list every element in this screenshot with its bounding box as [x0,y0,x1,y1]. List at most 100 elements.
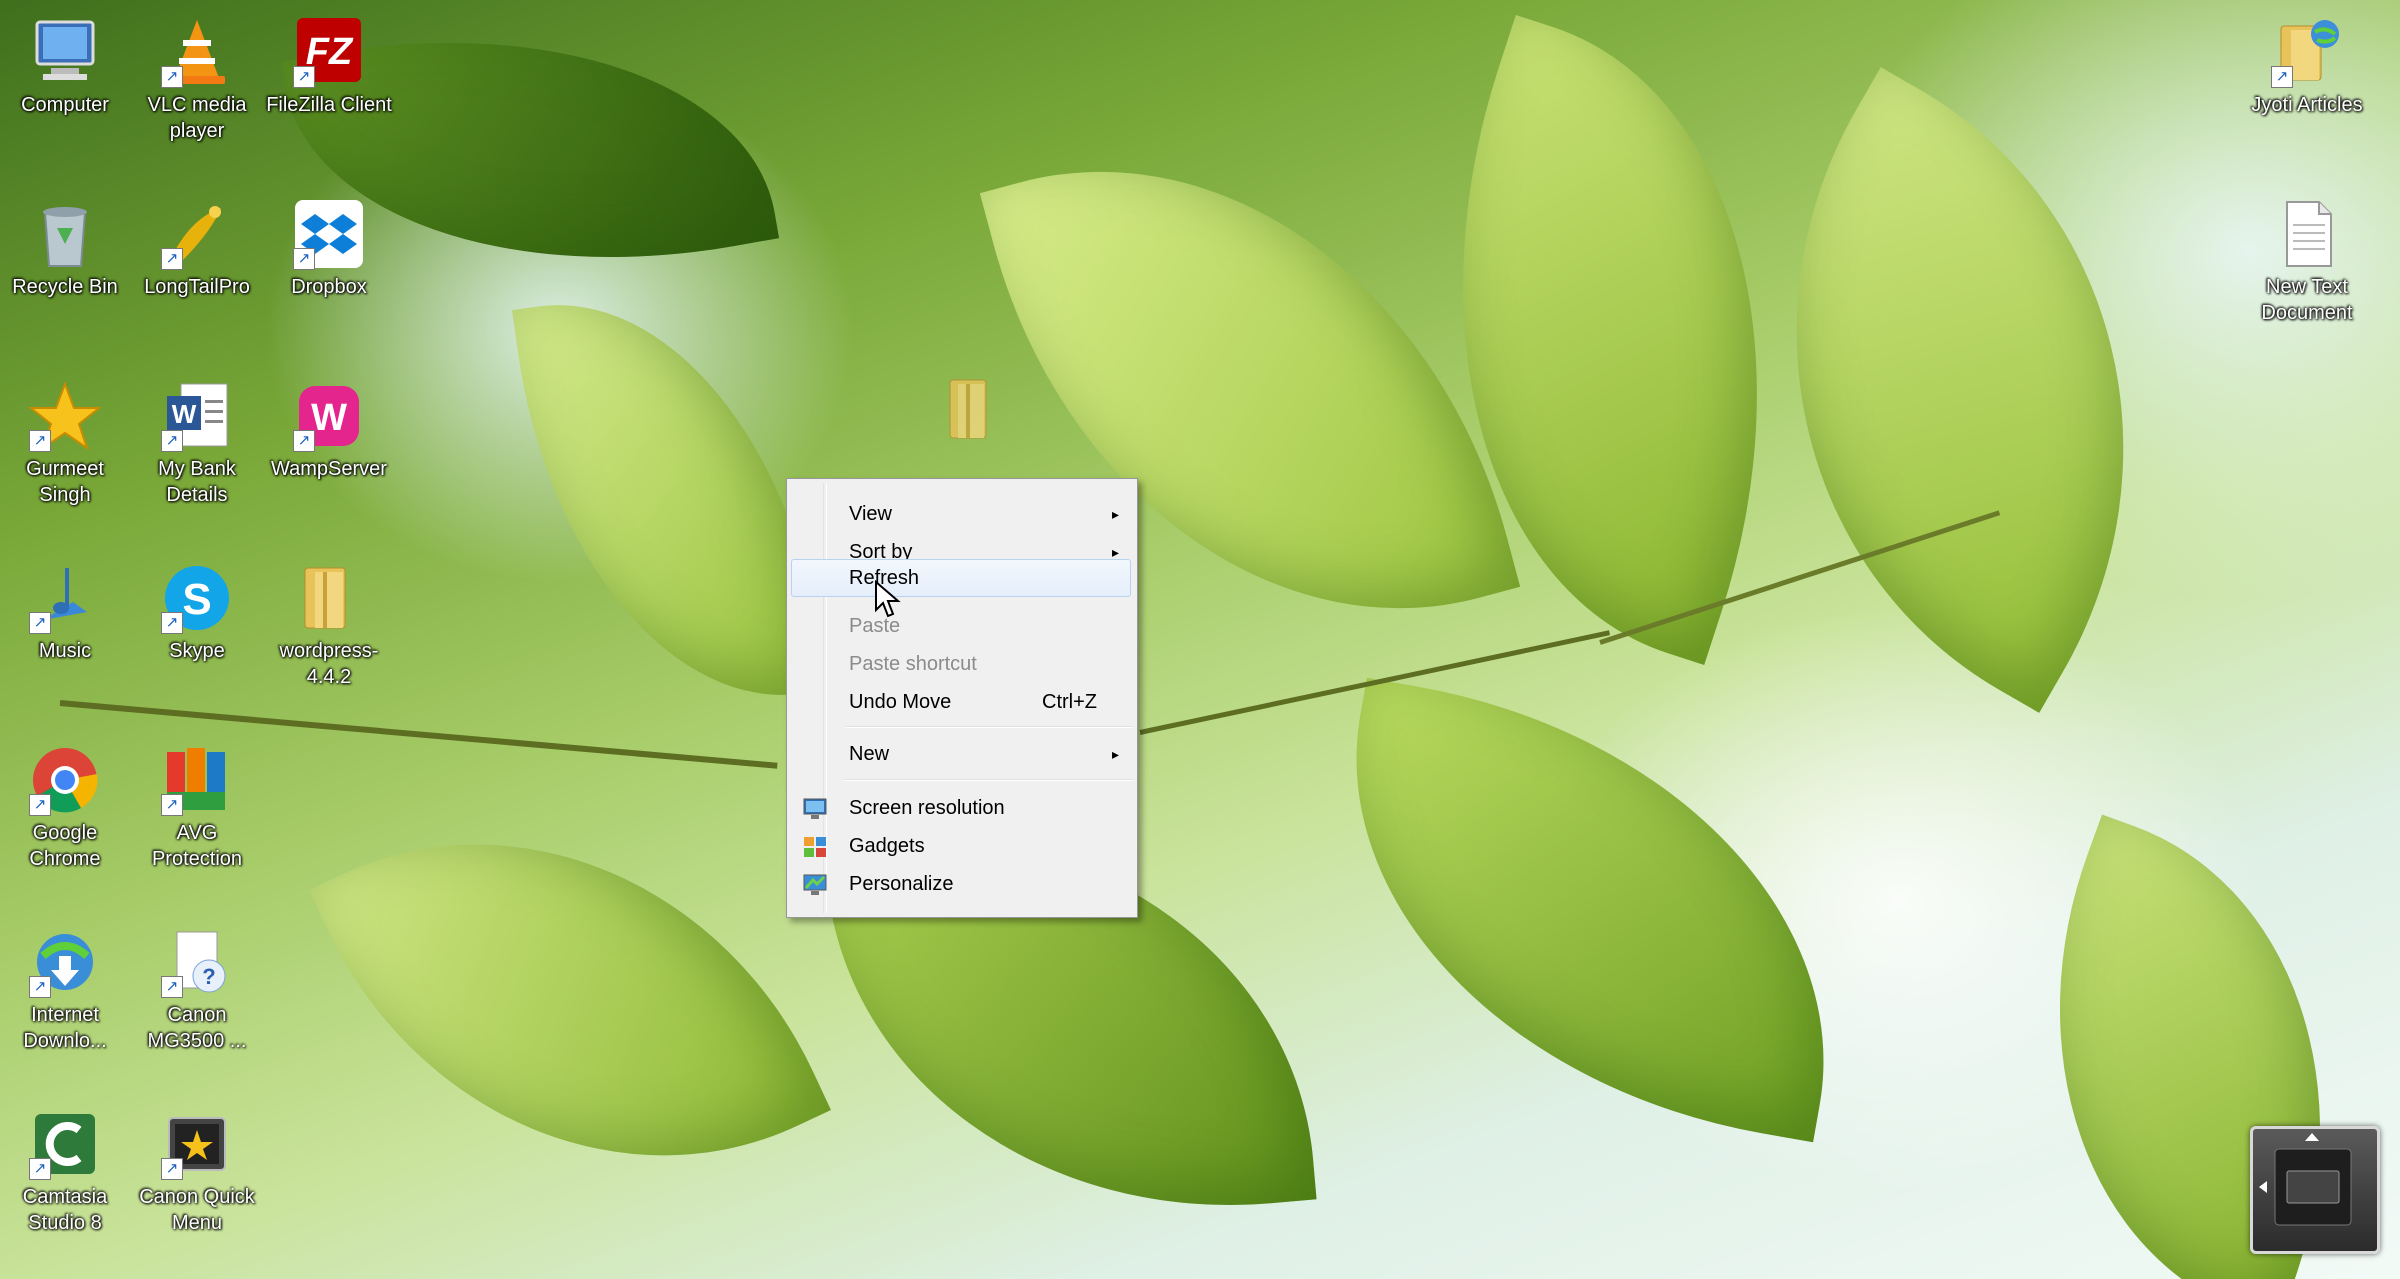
menu-item-screen-resolution[interactable]: Screen resolution [791,791,1131,825]
desktop-context-menu: View ▸ Sort by ▸ Refresh Paste Paste sho… [786,478,1138,918]
desktop-icon-music[interactable]: ↗ Music [0,562,130,664]
menu-item-paste-shortcut[interactable]: Paste shortcut [791,647,1131,681]
desktop-icon-computer[interactable]: Computer [0,16,130,118]
icon-label: VLC media player [147,94,247,142]
icon-label: wordpress-4.4.2 [279,640,379,688]
on-screen-keyboard-widget[interactable] [2250,1126,2380,1254]
menu-item-paste[interactable]: Paste [791,609,1131,643]
svg-text:?: ? [202,964,215,989]
desktop-icon-skype[interactable]: S ↗ Skype [132,562,262,664]
desktop-icon-internet-download-manager[interactable]: ↗ Internet Downlo... [0,926,130,1054]
skype-icon: S ↗ [161,562,233,634]
icon-label: WampServer [271,458,387,480]
desktop-icon-wordpress-folder[interactable]: wordpress-4.4.2 [264,562,394,690]
avg-icon: ↗ [161,744,233,816]
gadgets-icon [803,835,827,857]
menu-item-label: Screen resolution [849,797,1005,819]
desktop-icon-canon-mg3500[interactable]: ? ↗ Canon MG3500 ... [132,926,262,1054]
shortcut-arrow-icon: ↗ [29,794,51,816]
icon-label: Canon Quick Menu [139,1186,255,1234]
vlc-icon: ↗ [161,16,233,88]
icon-label: Recycle Bin [12,276,118,298]
shortcut-arrow-icon: ↗ [161,1158,183,1180]
desktop-icon-jyoti-articles[interactable]: ↗ Jyoti Articles [2242,16,2372,118]
desktop-icon-new-text-document[interactable]: New Text Document [2242,198,2372,326]
dropbox-icon: ↗ [293,198,365,270]
leaf-decoration [512,273,828,727]
desktop-icon-longtailpro[interactable]: ↗ LongTailPro [132,198,262,300]
desktop-icon-my-bank-details[interactable]: W ↗ My Bank Details [132,380,262,508]
icon-label: FileZilla Client [266,94,392,116]
shortcut-arrow-icon: ↗ [29,976,51,998]
shortcut-arrow-icon: ↗ [161,612,183,634]
canon-help-icon: ? ↗ [161,926,233,998]
wampserver-icon: W ↗ [293,380,365,452]
longtailpro-icon: ↗ [161,198,233,270]
icon-label: LongTailPro [144,276,250,298]
shortcut-arrow-icon: ↗ [293,248,315,270]
screen-resolution-icon [803,797,827,819]
submenu-arrow-icon: ▸ [1111,746,1119,762]
dragged-folder-icon[interactable] [944,376,1004,448]
desktop-icon-filezilla[interactable]: FZ ↗ FileZilla Client [264,16,394,118]
menu-item-view[interactable]: View ▸ [791,497,1131,531]
submenu-arrow-icon: ▸ [1111,506,1119,522]
icon-label: Google Chrome [29,822,101,870]
text-document-icon [2271,198,2343,270]
desktop-icon-camtasia[interactable]: ↗ Camtasia Studio 8 [0,1108,130,1236]
desktop-icon-dropbox[interactable]: ↗ Dropbox [264,198,394,300]
computer-icon [29,16,101,88]
shortcut-arrow-icon: ↗ [161,430,183,452]
menu-separator [845,726,1133,728]
folder-globe-icon: ↗ [2271,16,2343,88]
camtasia-icon: ↗ [29,1108,101,1180]
filezilla-icon: FZ ↗ [293,16,365,88]
menu-item-label: Paste shortcut [849,653,977,675]
word-document-icon: W ↗ [161,380,233,452]
icon-label: Jyoti Articles [2251,94,2363,116]
leaf-decoration [309,729,831,1271]
desktop-background[interactable]: Computer ↗ VLC media player FZ ↗ FileZil… [0,0,2400,1279]
icon-label: Computer [21,94,109,116]
icon-label: Skype [169,640,225,662]
icon-label: AVG Protection [151,822,243,870]
menu-item-new[interactable]: New ▸ [791,737,1131,771]
icon-label: Music [38,640,92,662]
shortcut-arrow-icon: ↗ [293,66,315,88]
icon-label: Gurmeet Singh [26,458,104,506]
menu-item-gadgets[interactable]: Gadgets [791,829,1131,863]
shortcut-arrow-icon: ↗ [161,976,183,998]
icon-label: Dropbox [291,276,367,298]
chrome-icon: ↗ [29,744,101,816]
desktop-icon-avg-protection[interactable]: ↗ AVG Protection [132,744,262,872]
leaf-decoration [1300,677,1880,1143]
recycle-bin-icon [29,198,101,270]
desktop-icon-recycle-bin[interactable]: Recycle Bin [0,198,130,300]
icon-label: Camtasia Studio 8 [22,1186,108,1234]
desktop-icon-vlc[interactable]: ↗ VLC media player [132,16,262,144]
menu-item-undo-move[interactable]: Undo Move Ctrl+Z [791,685,1131,719]
menu-item-refresh[interactable]: Refresh [791,559,1131,597]
shortcut-arrow-icon: ↗ [29,430,51,452]
menu-item-personalize[interactable]: Personalize [791,867,1131,901]
menu-item-label: View [849,503,892,525]
music-icon: ↗ [29,562,101,634]
menu-item-label: Personalize [849,873,954,895]
desktop-icon-wampserver[interactable]: W ↗ WampServer [264,380,394,482]
desktop-icon-canon-quick-menu[interactable]: ↗ Canon Quick Menu [132,1108,262,1236]
icon-label: My Bank Details [158,458,236,506]
personalize-icon [803,873,827,895]
shortcut-arrow-icon: ↗ [2271,66,2293,88]
desktop-icon-gurmeet-singh[interactable]: ↗ Gurmeet Singh [0,380,130,508]
internet-download-manager-icon: ↗ [29,926,101,998]
canon-quick-menu-icon: ↗ [161,1108,233,1180]
star-icon: ↗ [28,380,102,452]
mouse-cursor-icon [874,579,902,620]
shortcut-arrow-icon: ↗ [29,1158,51,1180]
icon-label: Internet Downlo... [23,1004,107,1052]
desktop-icon-google-chrome[interactable]: ↗ Google Chrome [0,744,130,872]
svg-text:W: W [311,397,347,439]
svg-text:S: S [182,575,211,624]
svg-text:W: W [172,399,197,429]
menu-item-label: Gadgets [849,835,925,857]
